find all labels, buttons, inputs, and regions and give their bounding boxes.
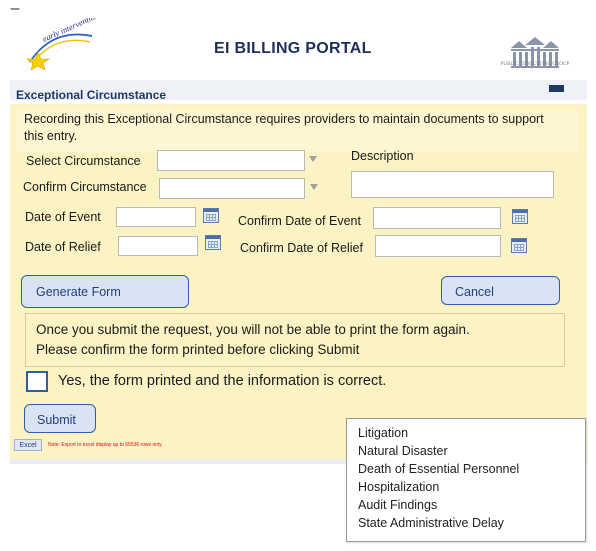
confirm-printed-label: Yes, the form printed and the informatio… xyxy=(58,373,387,389)
left-logo-text: early intervention xyxy=(41,18,96,44)
description-label: Description xyxy=(351,149,414,163)
section-title: Exceptional Circumstance xyxy=(16,88,167,102)
option-litigation[interactable]: Litigation xyxy=(358,426,408,440)
excel-export-button[interactable]: Excel xyxy=(14,439,42,451)
option-audit-findings[interactable]: Audit Findings xyxy=(358,498,437,512)
description-field[interactable] xyxy=(351,171,554,198)
option-hospitalization[interactable]: Hospitalization xyxy=(358,480,439,494)
page-title: EI BILLING PORTAL xyxy=(214,40,372,57)
generate-form-button[interactable]: Generate Form xyxy=(21,275,189,308)
circumstance-options-list: Litigation Natural Disaster Death of Ess… xyxy=(346,418,586,542)
chevron-down-icon[interactable] xyxy=(309,156,317,162)
select-circumstance-label: Select Circumstance xyxy=(26,154,141,168)
confirm-date-of-relief-field[interactable] xyxy=(375,235,501,257)
notice-line-2: Please confirm the form printed before c… xyxy=(36,342,360,357)
option-state-administrative-delay[interactable]: State Administrative Delay xyxy=(358,516,504,530)
date-of-relief-field[interactable] xyxy=(118,236,198,256)
menu-marker-icon[interactable] xyxy=(549,85,564,92)
confirm-date-of-event-field[interactable] xyxy=(373,207,501,229)
excel-note: Note: Export to excel display up to 6553… xyxy=(48,442,163,448)
date-of-event-label: Date of Event xyxy=(25,210,101,224)
confirm-date-of-relief-label: Confirm Date of Relief xyxy=(240,241,363,255)
date-of-event-field[interactable] xyxy=(116,207,196,227)
calendar-icon[interactable] xyxy=(511,238,527,253)
confirm-printed-checkbox[interactable] xyxy=(26,371,48,392)
svg-text:· · · · · · ·: · · · · · · · xyxy=(55,43,72,53)
public-consulting-group-logo xyxy=(511,37,559,68)
option-death-of-essential-personnel[interactable]: Death of Essential Personnel xyxy=(358,462,519,476)
select-circumstance-dropdown[interactable] xyxy=(157,150,305,171)
intro-text: Recording this Exceptional Circumstance … xyxy=(24,112,544,143)
submit-button[interactable]: Submit xyxy=(24,404,96,433)
notice-text: Once you submit the request, you will no… xyxy=(36,320,561,360)
chevron-down-icon[interactable] xyxy=(310,184,318,190)
calendar-icon[interactable] xyxy=(512,209,528,224)
cancel-button[interactable]: Cancel xyxy=(441,276,560,305)
confirm-circumstance-dropdown[interactable] xyxy=(159,178,305,199)
notice-line-1: Once you submit the request, you will no… xyxy=(36,322,470,337)
option-natural-disaster[interactable]: Natural Disaster xyxy=(358,444,448,458)
calendar-icon[interactable] xyxy=(205,235,221,250)
date-of-relief-label: Date of Relief xyxy=(25,240,101,254)
confirm-circumstance-label: Confirm Circumstance xyxy=(23,180,147,194)
confirm-date-of-event-label: Confirm Date of Event xyxy=(238,214,361,228)
early-intervention-logo: early intervention · · · · · · · xyxy=(26,18,96,70)
right-logo-text: PUBLIC CONSULTING GROUP xyxy=(500,62,570,67)
calendar-icon[interactable] xyxy=(203,208,219,223)
